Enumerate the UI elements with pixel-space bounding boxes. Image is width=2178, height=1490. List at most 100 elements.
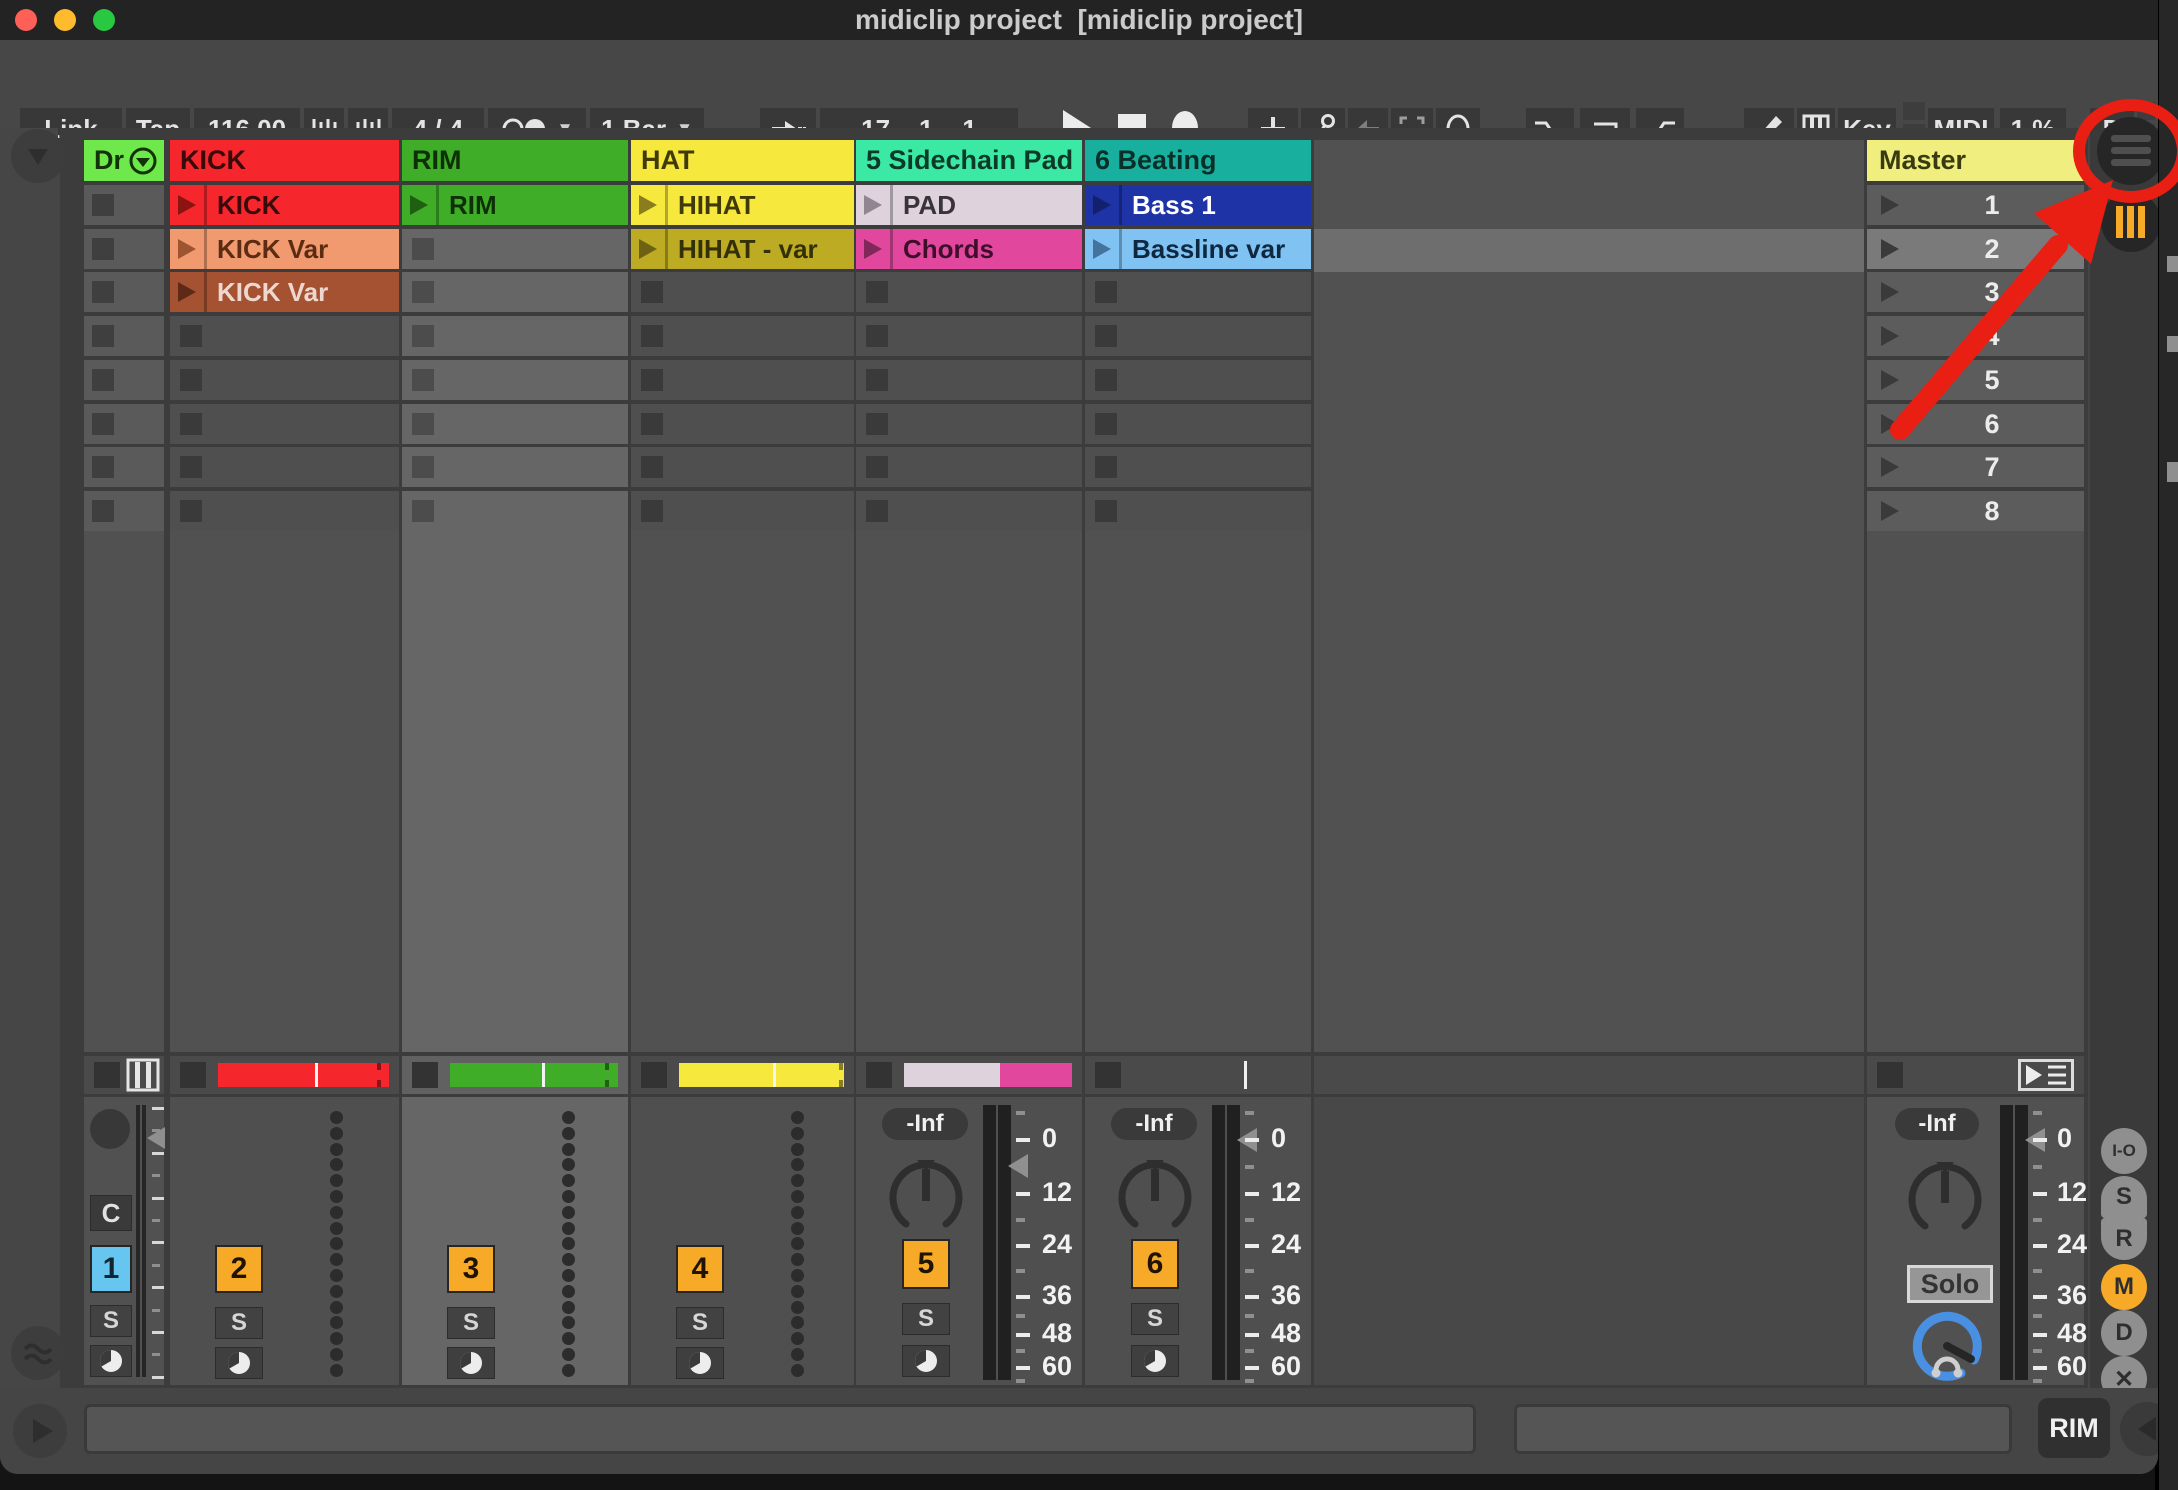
- track-activator-button[interactable]: 1: [90, 1245, 132, 1293]
- clip-stop-button[interactable]: [866, 413, 888, 435]
- clip-launch-icon[interactable]: [637, 193, 659, 217]
- crossfade-assign-button[interactable]: C: [90, 1195, 132, 1231]
- track-stop-all-button[interactable]: [641, 1062, 667, 1088]
- empty-clip-slot[interactable]: [170, 316, 399, 356]
- empty-clip-slot[interactable]: [631, 491, 854, 531]
- track-header-rim[interactable]: RIM: [402, 140, 628, 181]
- clip-stop-button[interactable]: [1095, 413, 1117, 435]
- solo-button[interactable]: S: [1131, 1303, 1179, 1335]
- clip-slot[interactable]: RIM: [402, 185, 628, 225]
- clip-stop-button[interactable]: [92, 238, 114, 260]
- scene-launch-icon[interactable]: [1879, 412, 1901, 436]
- arm-pie-button[interactable]: [676, 1347, 724, 1379]
- empty-clip-slot[interactable]: [402, 447, 628, 487]
- clip-launch-icon[interactable]: [862, 237, 884, 261]
- scene-launch-icon[interactable]: [1879, 237, 1901, 261]
- scene-launch-icon[interactable]: [1879, 193, 1901, 217]
- scene-launch-icon[interactable]: [1879, 280, 1901, 304]
- clip-slot[interactable]: KICK: [170, 185, 399, 225]
- scene-slot-3[interactable]: 3: [1867, 272, 2084, 312]
- track-stop-all-button[interactable]: [94, 1062, 120, 1088]
- clip-launch-icon[interactable]: [1091, 193, 1113, 217]
- mixer-show-d-toggle[interactable]: D: [2101, 1310, 2147, 1356]
- mixer-show-io-toggle[interactable]: I-O: [2101, 1128, 2147, 1174]
- clip-stop-button[interactable]: [866, 456, 888, 478]
- clip-stop-button[interactable]: [92, 500, 114, 522]
- peak-level-display[interactable]: -Inf: [882, 1108, 968, 1140]
- clip-stop-button[interactable]: [180, 456, 202, 478]
- empty-clip-slot[interactable]: [170, 491, 399, 531]
- clip-stop-button[interactable]: [1095, 456, 1117, 478]
- arm-pie-button[interactable]: [902, 1345, 950, 1377]
- group-fold-chevron-icon[interactable]: [128, 146, 158, 176]
- scene-slot-4[interactable]: 4: [1867, 316, 2084, 356]
- clip-stop-button[interactable]: [1095, 500, 1117, 522]
- clip-stop-button[interactable]: [180, 413, 202, 435]
- empty-clip-slot[interactable]: [631, 447, 854, 487]
- solo-button[interactable]: S: [902, 1303, 950, 1335]
- empty-clip-slot[interactable]: [84, 185, 164, 225]
- clip-slot[interactable]: PAD: [856, 185, 1082, 225]
- groove-pool-button[interactable]: [11, 1326, 65, 1380]
- pan-knob[interactable]: [1117, 1159, 1193, 1235]
- io-routing-toggle-button[interactable]: [2101, 192, 2158, 252]
- pan-knob[interactable]: [90, 1109, 130, 1149]
- empty-clip-slot[interactable]: [856, 272, 1082, 312]
- scene-slot-1[interactable]: 1: [1867, 185, 2084, 225]
- clip-slot[interactable]: KICK Var: [170, 229, 399, 269]
- scene-launch-icon[interactable]: [1879, 324, 1901, 348]
- track-stop-all-button[interactable]: [866, 1062, 892, 1088]
- scene-launch-icon[interactable]: [1879, 499, 1901, 523]
- scene-slot-5[interactable]: 5: [1867, 360, 2084, 400]
- clip-stop-button[interactable]: [92, 413, 114, 435]
- clip-stop-button[interactable]: [92, 194, 114, 216]
- clip-slot[interactable]: KICK Var: [170, 272, 399, 312]
- empty-clip-slot[interactable]: [170, 360, 399, 400]
- clip-stop-button[interactable]: [92, 281, 114, 303]
- clip-stop-button[interactable]: [412, 281, 434, 303]
- solo-cue-toggle-button[interactable]: Solo: [1907, 1265, 1993, 1303]
- empty-clip-slot[interactable]: [170, 447, 399, 487]
- clip-stop-button[interactable]: [92, 456, 114, 478]
- default-scene-launch-button[interactable]: [2018, 1059, 2074, 1091]
- stop-all-clips-button[interactable]: [1877, 1062, 1903, 1088]
- clip-launch-icon[interactable]: [176, 280, 198, 304]
- clip-launch-icon[interactable]: [176, 193, 198, 217]
- clip-stop-button[interactable]: [1095, 325, 1117, 347]
- arm-pie-button[interactable]: [447, 1347, 495, 1379]
- scene-slot-6[interactable]: 6: [1867, 404, 2084, 444]
- empty-clip-slot[interactable]: [856, 447, 1082, 487]
- track-header-dr[interactable]: Dr: [84, 140, 164, 181]
- empty-clip-slot[interactable]: [1085, 491, 1311, 531]
- clip-stop-button[interactable]: [641, 413, 663, 435]
- io-show-toggle-button[interactable]: [11, 129, 65, 183]
- empty-clip-slot[interactable]: [402, 229, 628, 269]
- clip-stop-button[interactable]: [180, 500, 202, 522]
- pan-knob[interactable]: [1907, 1161, 1983, 1237]
- empty-clip-slot[interactable]: [170, 404, 399, 444]
- track-header-6-beating[interactable]: 6 Beating: [1085, 140, 1311, 181]
- play-hint-button[interactable]: [13, 1404, 67, 1458]
- empty-clip-slot[interactable]: [1085, 404, 1311, 444]
- clip-stop-button[interactable]: [866, 369, 888, 391]
- empty-clip-slot[interactable]: [631, 316, 854, 356]
- clip-stop-button[interactable]: [412, 500, 434, 522]
- clip-stop-button[interactable]: [412, 369, 434, 391]
- empty-clip-slot[interactable]: [1085, 447, 1311, 487]
- clip-stop-button[interactable]: [92, 369, 114, 391]
- track-activator-button[interactable]: 6: [1131, 1239, 1179, 1289]
- scene-launch-icon[interactable]: [1879, 455, 1901, 479]
- empty-clip-slot[interactable]: [84, 229, 164, 269]
- selected-track-badge[interactable]: RIM: [2038, 1398, 2110, 1458]
- clip-slot[interactable]: Chords: [856, 229, 1082, 269]
- empty-clip-slot[interactable]: [1085, 360, 1311, 400]
- clip-stop-button[interactable]: [412, 325, 434, 347]
- clip-stop-button[interactable]: [866, 500, 888, 522]
- track-stop-all-button[interactable]: [412, 1062, 438, 1088]
- empty-clip-slot[interactable]: [84, 272, 164, 312]
- clip-stop-button[interactable]: [92, 325, 114, 347]
- empty-clip-slot[interactable]: [402, 272, 628, 312]
- clip-stop-button[interactable]: [641, 369, 663, 391]
- scene-launch-icon[interactable]: [1879, 368, 1901, 392]
- clip-launch-icon[interactable]: [176, 237, 198, 261]
